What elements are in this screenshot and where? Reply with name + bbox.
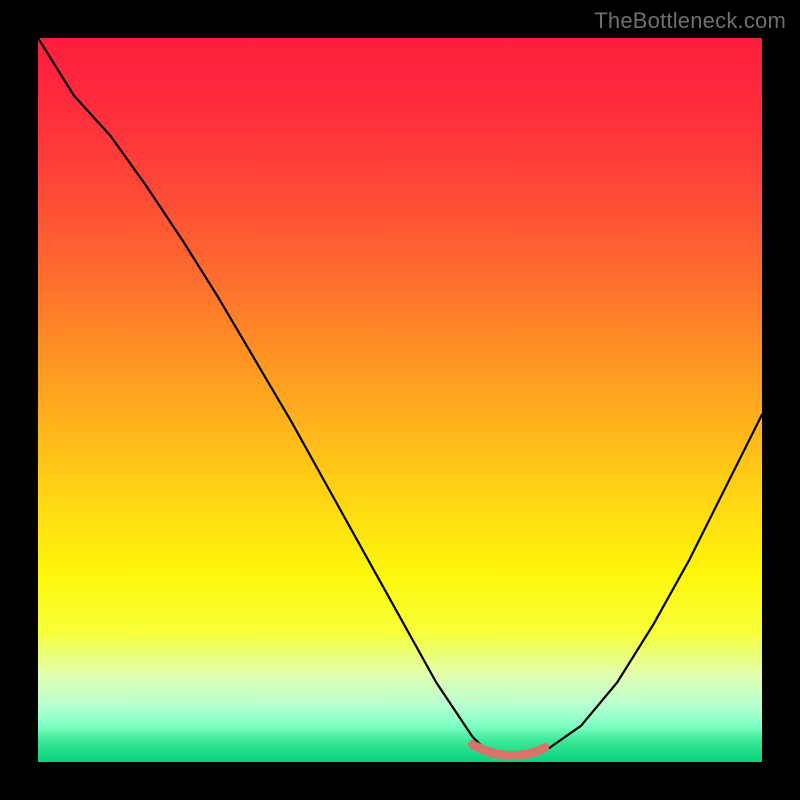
optimal-zone-marker (472, 745, 544, 756)
chart-frame: TheBottleneck.com (0, 0, 800, 800)
bottleneck-curve (38, 38, 762, 756)
watermark-text: TheBottleneck.com (594, 8, 786, 34)
chart-svg (38, 38, 762, 762)
plot-area (38, 38, 762, 762)
